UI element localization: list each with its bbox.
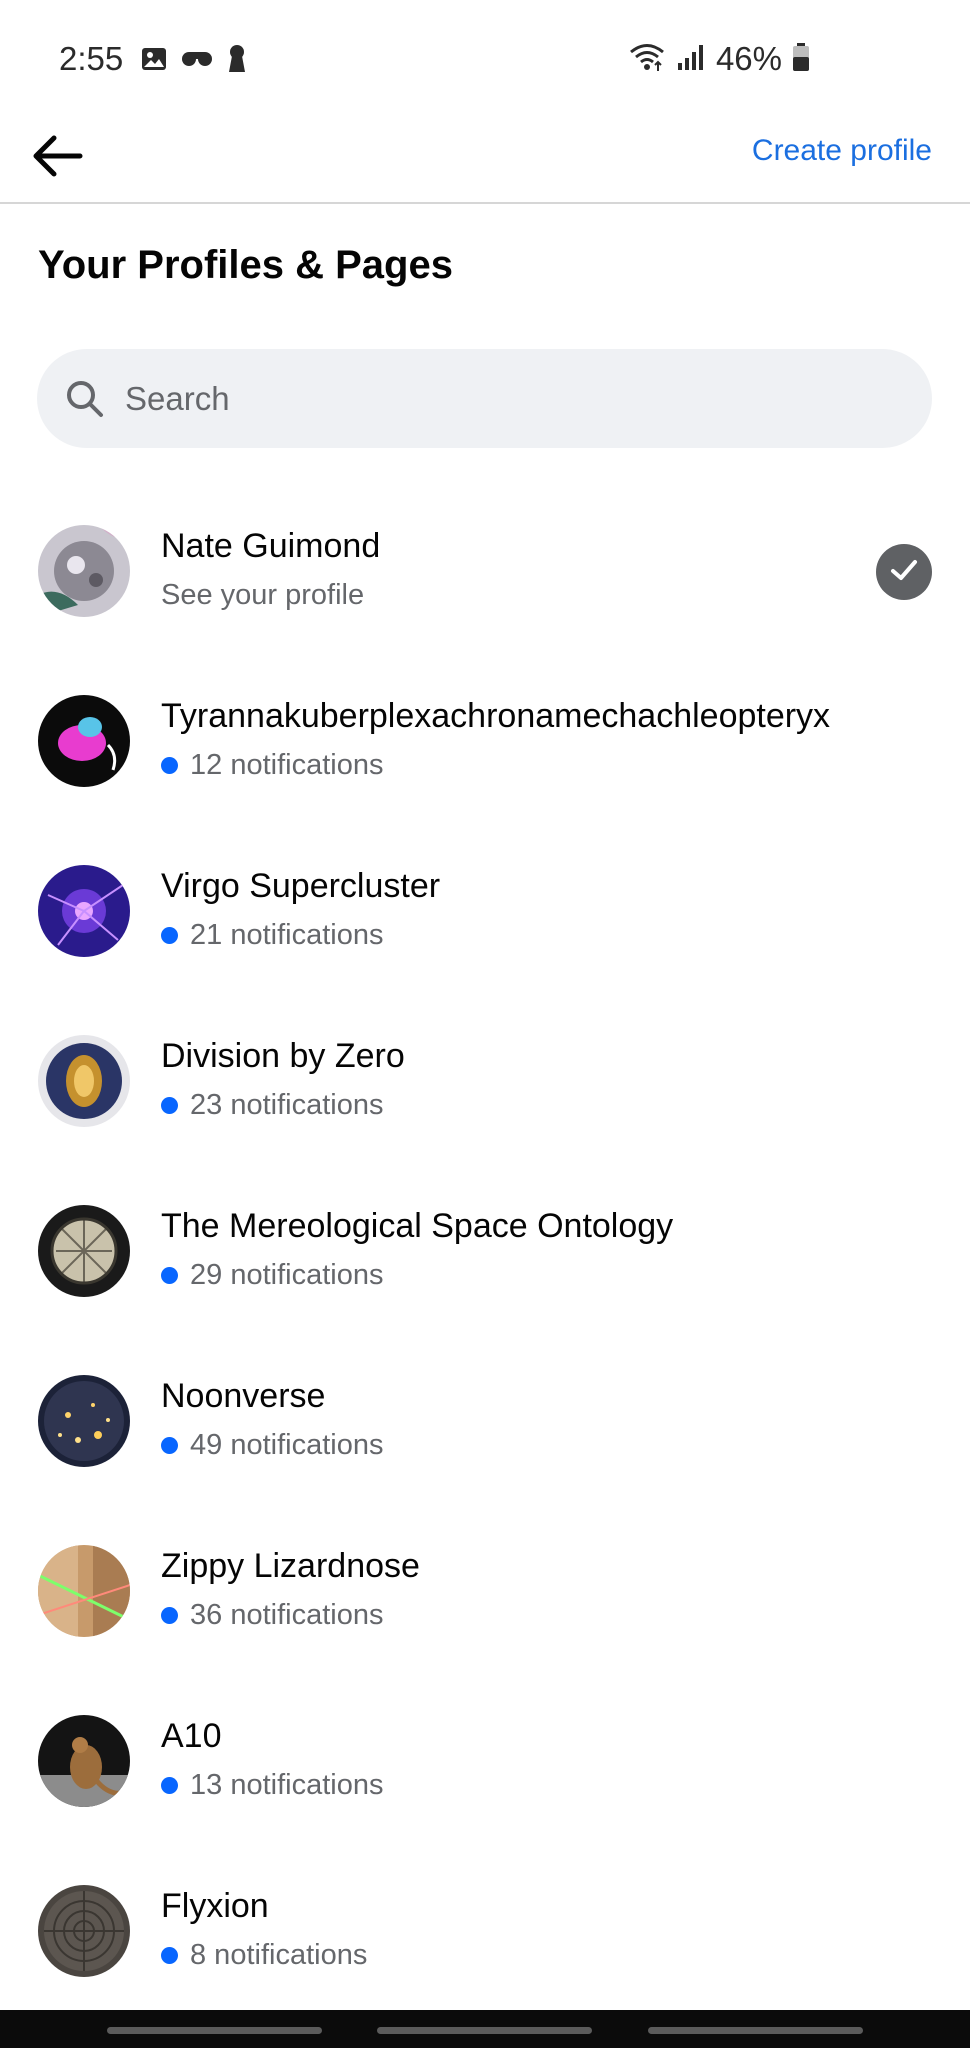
status-bar: 2:55 46% <box>0 0 970 120</box>
profile-subtitle: 13 notifications <box>161 1769 383 1802</box>
avatar <box>38 1205 130 1297</box>
notification-dot <box>161 1267 178 1284</box>
search-bar[interactable] <box>37 349 932 448</box>
notification-dot <box>161 1607 178 1624</box>
notification-dot <box>161 1947 178 1964</box>
profile-subtitle: 12 notifications <box>161 749 383 782</box>
back-button[interactable] <box>28 128 88 188</box>
profile-subtitle: See your profile <box>161 579 364 612</box>
profile-name: Nate Guimond <box>161 527 381 565</box>
avatar <box>38 1545 130 1637</box>
top-bar: Create profile <box>0 120 970 204</box>
profile-subtitle-text: See your profile <box>161 579 365 611</box>
search-input[interactable] <box>123 378 907 419</box>
signal-icon <box>676 43 706 76</box>
nav-handle[interactable] <box>648 2027 863 2034</box>
keyhole-icon <box>226 44 248 79</box>
battery-icon <box>792 42 810 77</box>
profile-row[interactable]: Tyrannakuberplexachronamechachleopteryx … <box>0 671 970 841</box>
nav-handle[interactable] <box>107 2027 322 2034</box>
profile-row[interactable]: The Mereological Space Ontology 29 notif… <box>0 1181 970 1351</box>
notification-dot <box>161 1097 178 1114</box>
profile-subtitle-text: 12 notifications <box>190 749 384 781</box>
profile-name: Zippy Lizardnose <box>161 1547 420 1585</box>
profile-subtitle-text: 23 notifications <box>190 1089 384 1121</box>
status-time: 2:55 <box>59 40 124 77</box>
avatar <box>38 1885 130 1977</box>
profile-subtitle: 29 notifications <box>161 1259 383 1292</box>
wifi-icon <box>628 42 666 77</box>
notification-dot <box>161 1437 178 1454</box>
profile-subtitle: 49 notifications <box>161 1429 383 1462</box>
profile-subtitle: 21 notifications <box>161 919 383 952</box>
back-arrow-icon <box>32 134 84 183</box>
profile-row[interactable]: A10 13 notifications <box>0 1691 970 1861</box>
selected-check-badge <box>876 544 932 600</box>
profile-name: Virgo Supercluster <box>161 867 441 905</box>
create-profile-link[interactable]: Create profile <box>752 134 932 168</box>
avatar <box>38 1375 130 1467</box>
avatar <box>38 695 130 787</box>
search-icon <box>63 377 107 421</box>
nav-handle[interactable] <box>377 2027 592 2034</box>
avatar <box>38 865 130 957</box>
status-left-icons <box>140 44 248 79</box>
profile-subtitle-text: 8 notifications <box>190 1939 368 1971</box>
profile-list: Nate Guimond See your profile Tyrannakub… <box>0 501 970 2031</box>
profile-subtitle-text: 13 notifications <box>190 1769 384 1801</box>
profile-name: A10 <box>161 1717 222 1755</box>
profile-name: The Mereological Space Ontology <box>161 1207 674 1245</box>
notification-dot <box>161 1777 178 1794</box>
battery-percent: 46% <box>715 40 782 77</box>
profile-row[interactable]: Flyxion 8 notifications <box>0 1861 970 2031</box>
notification-dot <box>161 927 178 944</box>
profile-row[interactable]: Virgo Supercluster 21 notifications <box>0 841 970 1011</box>
page-title: Your Profiles & Pages <box>38 243 453 287</box>
status-right: 46% <box>628 40 810 78</box>
voicemail-icon <box>180 45 214 78</box>
profile-subtitle-text: 49 notifications <box>190 1429 384 1461</box>
profile-row[interactable]: Noonverse 49 notifications <box>0 1351 970 1521</box>
profile-subtitle: 36 notifications <box>161 1599 383 1632</box>
profile-subtitle-text: 21 notifications <box>190 919 384 951</box>
avatar <box>38 1715 130 1807</box>
profile-row[interactable]: Zippy Lizardnose 36 notifications <box>0 1521 970 1691</box>
profile-row[interactable]: Division by Zero 23 notifications <box>0 1011 970 1181</box>
profile-name: Flyxion <box>161 1887 269 1925</box>
system-nav-bar <box>0 2010 970 2048</box>
avatar <box>38 525 130 617</box>
profile-subtitle-text: 29 notifications <box>190 1259 384 1291</box>
notification-dot <box>161 757 178 774</box>
check-icon <box>888 554 920 591</box>
profile-name: Noonverse <box>161 1377 326 1415</box>
profile-name: Division by Zero <box>161 1037 405 1075</box>
profile-row[interactable]: Nate Guimond See your profile <box>0 501 970 671</box>
profile-subtitle: 23 notifications <box>161 1089 383 1122</box>
profile-name: Tyrannakuberplexachronamechachleopteryx <box>161 697 831 735</box>
avatar <box>38 1035 130 1127</box>
image-icon <box>140 45 168 78</box>
profile-subtitle: 8 notifications <box>161 1939 367 1972</box>
profile-subtitle-text: 36 notifications <box>190 1599 384 1631</box>
